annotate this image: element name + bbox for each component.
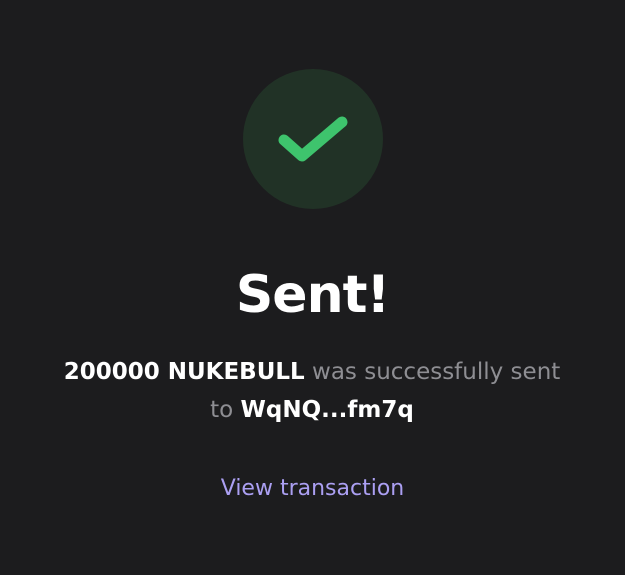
view-transaction-link[interactable]: View transaction [0,472,625,506]
success-status-circle [243,69,383,209]
checkmark-icon [278,116,348,162]
send-success-screen: Sent! 200000 NUKEBULL was successfully s… [0,0,625,575]
page-title: Sent! [235,265,390,325]
success-message: 200000 NUKEBULL was successfully sent to… [62,353,562,429]
sent-amount: 200000 NUKEBULL [63,359,305,385]
recipient-address: WqNQ...fm7q [240,397,414,423]
